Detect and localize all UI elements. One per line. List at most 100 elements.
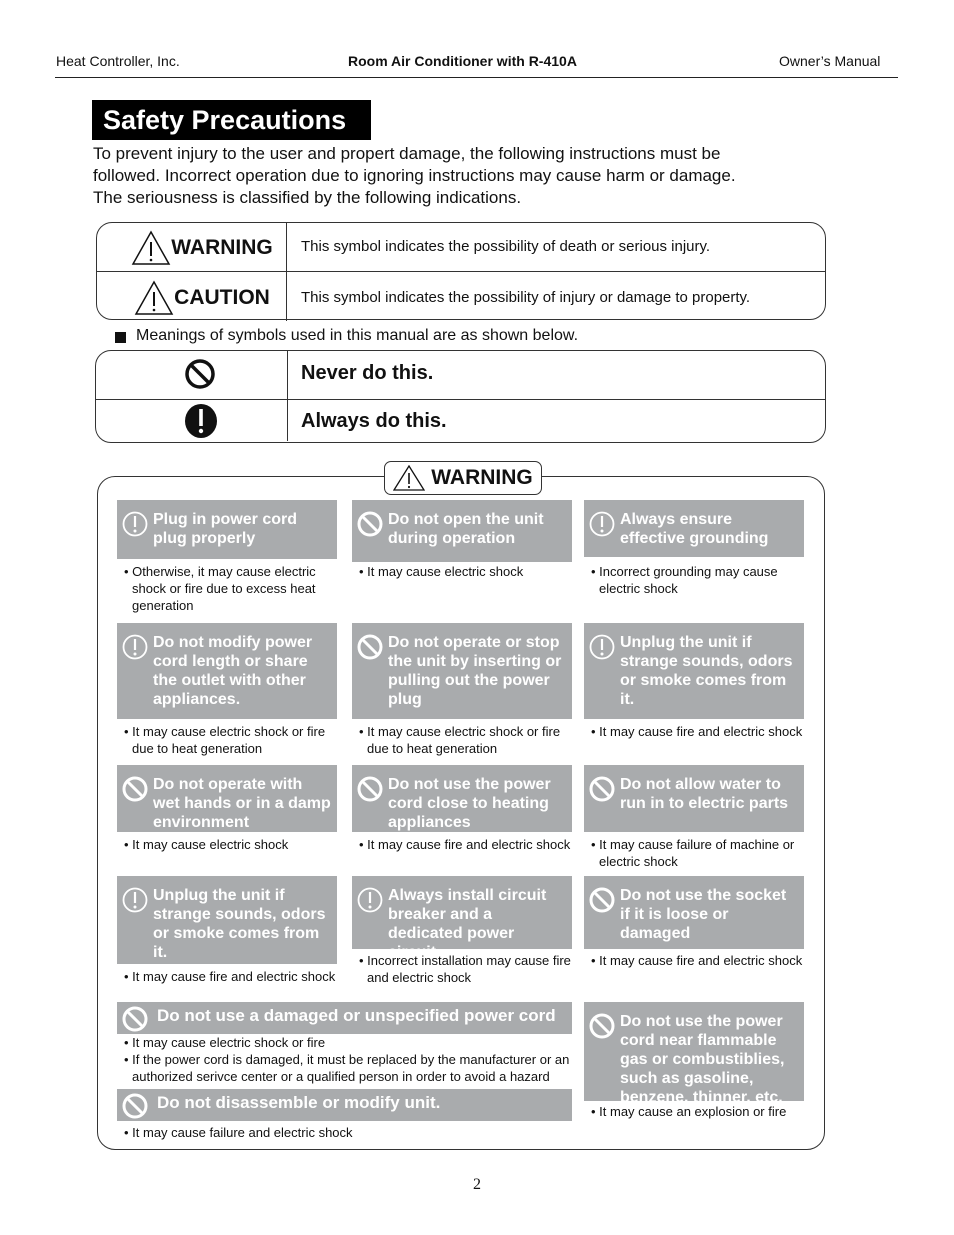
warning-card-title: Do not disassemble or modify unit.	[157, 1093, 441, 1112]
warning-card: Do not use a damaged or unspecified powe…	[117, 1002, 572, 1034]
warning-note: • It may cause electric shock or fire du…	[124, 724, 326, 756]
mandatory-icon	[122, 634, 148, 660]
warning-card-notes: • Incorrect grounding may cause electric…	[589, 563, 804, 597]
warning-card: Always install circuit breaker and a ded…	[352, 876, 572, 961]
warning-triangle-icon	[131, 230, 171, 265]
square-bullet-icon	[115, 332, 126, 343]
warning-note: • It may cause fire and electric shock	[359, 837, 571, 852]
warning-card-notes: • It may cause failure of machine or ele…	[589, 836, 804, 870]
warning-card: Do not use the power cord close to heati…	[352, 765, 572, 832]
mandatory-icon	[357, 887, 383, 913]
warning-card-title: Do not use the power cord near flammable…	[620, 1013, 785, 1106]
warning-note: • Incorrect grounding may cause electric…	[591, 564, 778, 596]
warning-card-notes: • It may cause failure and electric shoc…	[122, 1124, 582, 1141]
header-company: Heat Controller, Inc.	[56, 53, 180, 69]
warning-note: • It may cause fire and electric shock	[124, 969, 336, 984]
prohibited-icon	[357, 634, 383, 660]
severity-description: This symbol indicates the possibility of…	[301, 289, 751, 306]
warning-note: • It may cause electric shock	[359, 564, 524, 579]
warning-card-title: Do not operate or stop the unit by inser…	[388, 634, 562, 708]
warning-card-title: Do not allow water to run in to electric…	[620, 776, 789, 812]
prohibited-icon	[122, 1093, 148, 1119]
mandatory-icon	[122, 511, 148, 537]
severity-table: WARNING This symbol indicates the possib…	[96, 222, 826, 321]
prohibited-icon	[589, 887, 615, 913]
warning-card-title: Always install circuit breaker and a ded…	[388, 887, 547, 961]
warning-card-notes: • Otherwise, it may cause electric shock…	[122, 563, 337, 614]
warning-card: Always ensure effective grounding	[584, 500, 804, 557]
symbol-meaning: Never do this.	[301, 362, 434, 384]
page-number: 2	[473, 1176, 481, 1193]
warning-note: • It may cause electric shock or fire du…	[359, 724, 561, 756]
symbols-table: Never do this. Always do this.	[95, 350, 826, 443]
warning-card-title: Do not modify power cord length or share…	[153, 634, 313, 708]
warning-card-notes: • It may cause electric shock	[122, 836, 337, 853]
warning-triangle-icon	[134, 280, 174, 315]
warning-note: • Incorrect installation may cause fire …	[359, 953, 571, 985]
warning-card-title: Do not use a damaged or unspecified powe…	[157, 1006, 556, 1025]
intro-line: To prevent injury to the user and proper…	[93, 144, 721, 163]
warning-card-notes: • It may cause an explosion or fire	[589, 1103, 809, 1120]
warning-card: Do not modify power cord length or share…	[117, 623, 337, 719]
warning-note: • It may cause electric shock or fire	[124, 1035, 326, 1050]
warning-card: Do not use the power cord near flammable…	[584, 1002, 804, 1106]
warning-card: Plug in power cord plug properly	[117, 500, 337, 559]
warning-card-notes: • It may cause fire and electric shock	[589, 723, 809, 740]
mandatory-icon	[122, 887, 148, 913]
warning-note: • If the power cord is damaged, it must …	[124, 1052, 570, 1084]
intro-paragraph: To prevent injury to the user and proper…	[93, 143, 833, 209]
warning-card: Unplug the unit if strange sounds, odors…	[584, 623, 804, 719]
warning-note: • It may cause fire and electric shock	[591, 724, 803, 739]
warning-card: Do not operate or stop the unit by inser…	[352, 623, 572, 719]
page-title: Safety Precautions	[92, 100, 371, 140]
severity-row-caution: CAUTION	[127, 277, 277, 319]
warning-card-title: Unplug the unit if strange sounds, odors…	[620, 634, 793, 708]
warning-card: Do not allow water to run in to electric…	[584, 765, 804, 832]
warning-card-title: Do not operate with wet hands or in a da…	[153, 776, 331, 831]
warning-card-title: Plug in power cord plug properly	[153, 511, 298, 547]
severity-description: This symbol indicates the possibility of…	[301, 238, 711, 255]
warning-card-notes: • It may cause electric shock or fire • I…	[122, 1034, 582, 1085]
warning-card-title: Do not open the unit during operation	[388, 511, 544, 547]
header-divider	[55, 77, 898, 78]
prohibited-icon	[589, 776, 615, 802]
warning-card: Do not use the socket if it is loose or …	[584, 876, 804, 949]
warning-badge: WARNING	[384, 461, 542, 495]
warning-card-notes: • It may cause fire and electric shock	[122, 968, 342, 985]
prohibited-icon	[122, 776, 148, 802]
warning-card: Unplug the unit if strange sounds, odors…	[117, 876, 337, 964]
header-product: Room Air Conditioner with R-410A	[348, 53, 577, 69]
warning-card: Do not open the unit during operation	[352, 500, 572, 562]
warning-card-title: Always ensure effective grounding	[620, 511, 769, 547]
mandatory-icon	[589, 634, 615, 660]
warning-card-notes: • It may cause fire and electric shock	[589, 952, 809, 969]
warning-badge-label: WARNING	[431, 466, 533, 489]
intro-line: followed. Incorrect operation due to ign…	[93, 166, 736, 185]
warning-card: Do not disassemble or modify unit.	[117, 1089, 572, 1121]
warning-note: • It may cause fire and electric shock	[591, 953, 803, 968]
warning-note: • It may cause electric shock	[124, 837, 289, 852]
header-doc-type: Owner’s Manual	[779, 53, 881, 69]
warning-card-notes: • It may cause fire and electric shock	[357, 836, 577, 853]
prohibited-icon	[185, 359, 215, 389]
warning-triangle-icon	[393, 465, 426, 491]
warning-note: • It may cause an explosion or fire	[591, 1104, 787, 1119]
warning-card-title: Do not use the power cord close to heati…	[388, 776, 551, 831]
mandatory-icon	[589, 511, 615, 537]
intro-line: The seriousness is classified by the fol…	[93, 188, 522, 207]
warning-note: • It may cause failure of machine or ele…	[591, 837, 795, 869]
warning-card-notes: • It may cause electric shock or fire du…	[357, 723, 572, 757]
prohibited-icon	[122, 1006, 148, 1032]
symbols-note: Meanings of symbols used in this manual …	[136, 327, 579, 344]
prohibited-icon	[357, 511, 383, 537]
symbol-meaning: Always do this.	[301, 410, 447, 432]
prohibited-icon	[357, 776, 383, 802]
warning-card-notes: • It may cause electric shock or fire du…	[122, 723, 337, 757]
warning-card-notes: • It may cause electric shock	[357, 563, 572, 580]
mandatory-icon	[185, 404, 217, 438]
warning-note: • Otherwise, it may cause electric shock…	[124, 564, 316, 613]
warning-card-title: Do not use the socket if it is loose or …	[620, 887, 787, 942]
severity-label: CAUTION	[174, 286, 270, 309]
prohibited-icon	[589, 1013, 615, 1039]
warning-card: Do not operate with wet hands or in a da…	[117, 765, 337, 832]
